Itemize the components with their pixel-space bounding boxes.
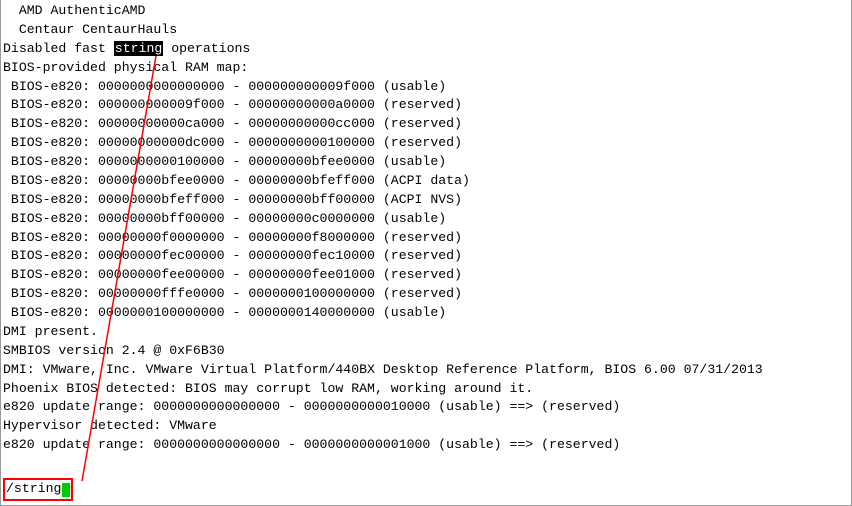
terminal-line: BIOS-provided physical RAM map: <box>3 59 849 78</box>
cursor-icon <box>62 483 70 497</box>
line-text: BIOS-e820: 000000000009f000 - 0000000000… <box>3 97 462 112</box>
line-text: AMD AuthenticAMD <box>3 3 145 18</box>
line-text: SMBIOS version 2.4 @ 0xF6B30 <box>3 343 225 358</box>
terminal-line: BIOS-e820: 00000000bfeff000 - 00000000bf… <box>3 191 849 210</box>
line-text: BIOS-e820: 00000000f0000000 - 00000000f8… <box>3 230 462 245</box>
terminal-line: BIOS-e820: 00000000fee00000 - 00000000fe… <box>3 266 849 285</box>
line-text: DMI: VMware, Inc. VMware Virtual Platfor… <box>3 362 763 377</box>
terminal-line: BIOS-e820: 0000000100000000 - 0000000140… <box>3 304 849 323</box>
line-text: BIOS-e820: 00000000bfee0000 - 00000000bf… <box>3 173 470 188</box>
line-text: BIOS-e820: 00000000fffe0000 - 0000000100… <box>3 286 462 301</box>
line-text: BIOS-provided physical RAM map: <box>3 60 248 75</box>
terminal-line: e820 update range: 0000000000000000 - 00… <box>3 398 849 417</box>
terminal-line: BIOS-e820: 00000000fffe0000 - 0000000100… <box>3 285 849 304</box>
line-text: DMI present. <box>3 324 98 339</box>
line-text: Centaur CentaurHauls <box>3 22 177 37</box>
terminal-line: SMBIOS version 2.4 @ 0xF6B30 <box>3 342 849 361</box>
terminal-line: BIOS-e820: 00000000f0000000 - 00000000f8… <box>3 229 849 248</box>
line-text: Disabled fast <box>3 41 114 56</box>
terminal-line: Centaur CentaurHauls <box>3 21 849 40</box>
terminal-line: Phoenix BIOS detected: BIOS may corrupt … <box>3 380 849 399</box>
line-text: BIOS-e820: 0000000000000000 - 0000000000… <box>3 79 446 94</box>
terminal-output: AMD AuthenticAMD Centaur CentaurHauls Dis… <box>1 0 851 455</box>
terminal-line: Hypervisor detected: VMware <box>3 417 849 436</box>
terminal-line: BIOS-e820: 00000000bff00000 - 00000000c0… <box>3 210 849 229</box>
line-text: e820 update range: 0000000000000000 - 00… <box>3 437 620 452</box>
terminal-line: BIOS-e820: 00000000bfee0000 - 00000000bf… <box>3 172 849 191</box>
terminal-line: AMD AuthenticAMD <box>3 2 849 21</box>
terminal-line: BIOS-e820: 00000000000ca000 - 0000000000… <box>3 115 849 134</box>
line-text: BIOS-e820: 00000000000ca000 - 0000000000… <box>3 116 462 131</box>
line-text: operations <box>163 41 250 56</box>
line-text: BIOS-e820: 00000000000dc000 - 0000000000… <box>3 135 462 150</box>
search-prefix: / <box>6 480 14 499</box>
terminal-line: BIOS-e820: 00000000fec00000 - 00000000fe… <box>3 247 849 266</box>
terminal-line: DMI: VMware, Inc. VMware Virtual Platfor… <box>3 361 849 380</box>
line-text: Hypervisor detected: VMware <box>3 418 217 433</box>
terminal-line: DMI present. <box>3 323 849 342</box>
line-text: Phoenix BIOS detected: BIOS may corrupt … <box>3 381 533 396</box>
search-highlight: string <box>114 41 163 56</box>
terminal-line: BIOS-e820: 000000000009f000 - 0000000000… <box>3 96 849 115</box>
line-text: e820 update range: 0000000000000000 - 00… <box>3 399 620 414</box>
terminal-line: BIOS-e820: 00000000000dc000 - 0000000000… <box>3 134 849 153</box>
terminal-line: e820 update range: 0000000000000000 - 00… <box>3 436 849 455</box>
search-prompt[interactable]: /string <box>3 478 73 501</box>
line-text: BIOS-e820: 0000000000100000 - 00000000bf… <box>3 154 446 169</box>
terminal-line: BIOS-e820: 0000000000100000 - 00000000bf… <box>3 153 849 172</box>
line-text: BIOS-e820: 00000000bff00000 - 00000000c0… <box>3 211 446 226</box>
line-text: BIOS-e820: 00000000fee00000 - 00000000fe… <box>3 267 462 282</box>
terminal-line: BIOS-e820: 0000000000000000 - 0000000000… <box>3 78 849 97</box>
line-text: BIOS-e820: 00000000bfeff000 - 00000000bf… <box>3 192 462 207</box>
search-query: string <box>14 480 61 499</box>
terminal-line: Disabled fast string operations <box>3 40 849 59</box>
line-text: BIOS-e820: 0000000100000000 - 0000000140… <box>3 305 446 320</box>
line-text: BIOS-e820: 00000000fec00000 - 00000000fe… <box>3 248 462 263</box>
